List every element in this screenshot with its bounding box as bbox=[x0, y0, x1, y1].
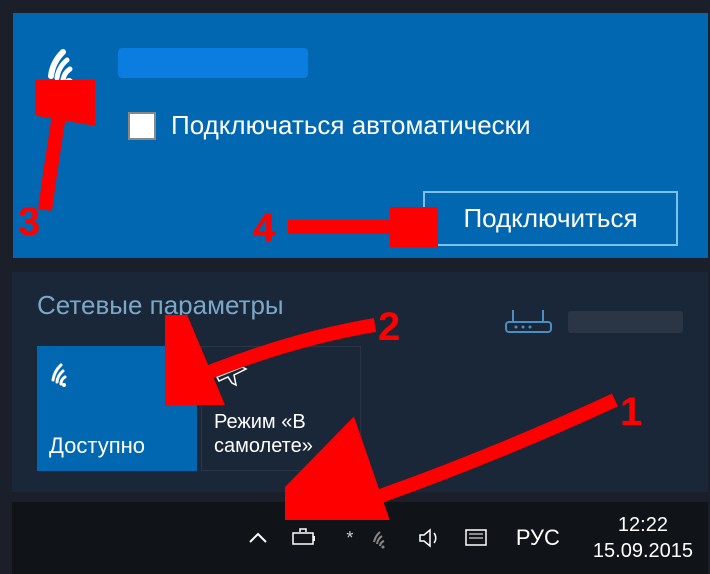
battery-icon[interactable] bbox=[290, 524, 318, 552]
airplane-mode-tile[interactable]: Режим «В самолете» bbox=[201, 346, 361, 471]
date: 15.09.2015 bbox=[593, 538, 693, 564]
router-status bbox=[501, 307, 683, 337]
volume-icon[interactable] bbox=[416, 524, 444, 552]
connect-button[interactable]: Подключиться bbox=[423, 191, 678, 246]
wifi-tile[interactable]: Доступно bbox=[37, 346, 197, 471]
time: 12:22 bbox=[593, 512, 693, 538]
network-connect-panel: Подключаться автоматически Подключиться bbox=[13, 13, 708, 258]
router-icon bbox=[501, 307, 556, 337]
language-indicator[interactable]: РУС bbox=[516, 525, 560, 551]
clock[interactable]: 12:22 15.09.2015 bbox=[593, 512, 693, 564]
router-name bbox=[568, 311, 683, 333]
wifi-icon bbox=[49, 358, 84, 388]
auto-connect-checkbox[interactable] bbox=[128, 112, 156, 140]
wifi-icon bbox=[43, 38, 103, 88]
airplane-tile-label: Режим «В самолете» bbox=[214, 410, 348, 458]
taskbar: * РУС 12:22 15.09.2015 bbox=[12, 502, 708, 574]
auto-connect-label: Подключаться автоматически bbox=[171, 110, 531, 141]
airplane-icon bbox=[214, 359, 249, 389]
tiles-row: Доступно Режим «В самолете» bbox=[37, 346, 683, 471]
network-name bbox=[118, 48, 308, 78]
network-settings-panel: Сетевые параметры bbox=[12, 272, 708, 492]
notifications-icon[interactable] bbox=[462, 524, 490, 552]
wifi-tile-label: Доступно bbox=[49, 433, 185, 459]
network-row[interactable] bbox=[43, 38, 678, 88]
chevron-up-icon[interactable] bbox=[244, 524, 272, 552]
auto-connect-row[interactable]: Подключаться автоматически bbox=[128, 110, 678, 141]
asterisk-icon: * bbox=[336, 524, 364, 552]
wifi-tray-icon[interactable] bbox=[370, 524, 398, 552]
